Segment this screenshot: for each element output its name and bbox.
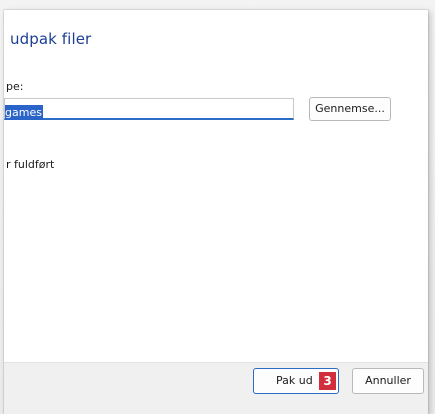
extract-dialog: udpak filer pe: games Gennemse... r fuld… <box>4 10 428 414</box>
step-badge: 3 <box>319 372 336 390</box>
dialog-content: udpak filer pe: games Gennemse... r fuld… <box>4 10 428 362</box>
browse-button[interactable]: Gennemse... <box>309 97 391 121</box>
selected-path-text: games <box>5 105 43 120</box>
extract-button[interactable]: Pak ud 3 <box>253 368 339 394</box>
dialog-footer: Pak ud 3 Annuller <box>4 362 428 414</box>
cancel-button[interactable]: Annuller <box>352 368 424 394</box>
dialog-title: udpak filer <box>10 30 92 48</box>
screen: udpak filer pe: games Gennemse... r fuld… <box>0 0 435 414</box>
show-files-when-complete-label[interactable]: r fuldført <box>6 158 54 171</box>
extract-button-label: Pak ud <box>276 374 313 387</box>
destination-path-input[interactable]: games <box>4 98 294 120</box>
destination-label: pe: <box>6 80 24 93</box>
